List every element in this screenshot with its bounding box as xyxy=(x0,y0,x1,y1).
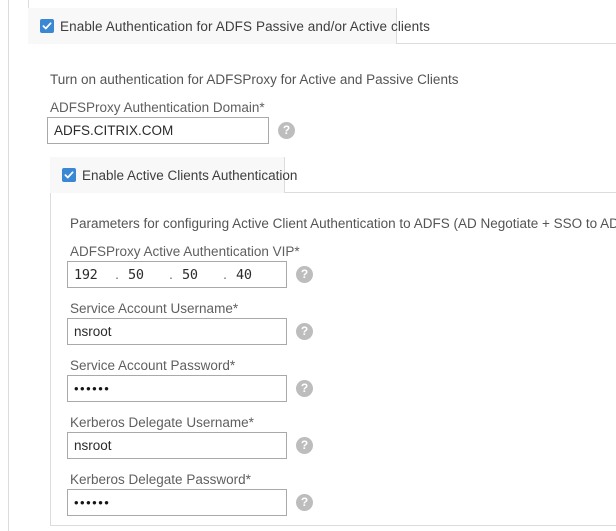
help-icon-authentication-domain[interactable]: ? xyxy=(278,122,295,139)
adfs-authentication-configuration-screen: Enable Authentication for ADFS Passive a… xyxy=(0,0,616,531)
tab-enable-active-clients-authentication[interactable]: Enable Active Clients Authentication xyxy=(50,157,297,193)
outer-panel-body: Turn on authentication for ADFSProxy for… xyxy=(28,44,616,531)
ip-separator-1: . xyxy=(115,267,119,282)
container-edge-rule-outer xyxy=(8,0,9,531)
service-account-password-input[interactable]: •••••• xyxy=(67,375,287,402)
kerberos-delegate-username-label: Kerberos Delegate Username* xyxy=(70,415,254,430)
help-icon-service-account-password[interactable]: ? xyxy=(296,380,313,397)
service-account-username-value: nsroot xyxy=(74,324,112,339)
checkbox-enable-adfs-authentication-icon[interactable] xyxy=(40,19,54,33)
active-authentication-vip-label: ADFSProxy Active Authentication VIP* xyxy=(70,244,300,259)
active-clients-authentication-panel: Enable Active Clients Authentication Par… xyxy=(50,157,616,526)
inner-tabstrip: Enable Active Clients Authentication xyxy=(50,157,616,193)
service-account-password-label: Service Account Password* xyxy=(70,358,236,373)
ip-octet-3[interactable]: 50 xyxy=(176,267,220,283)
ip-octet-2[interactable]: 50 xyxy=(122,267,166,283)
outer-intro-text: Turn on authentication for ADFSProxy for… xyxy=(50,72,459,87)
tab-enable-adfs-authentication[interactable]: Enable Authentication for ADFS Passive a… xyxy=(28,8,430,44)
adfsproxy-authentication-domain-label: ADFSProxy Authentication Domain* xyxy=(50,100,265,115)
inner-intro-text: Parameters for configuring Active Client… xyxy=(70,216,616,231)
active-authentication-vip-input[interactable]: 192 . 50 . 50 . 40 xyxy=(67,261,287,288)
ip-separator-2: . xyxy=(169,267,173,282)
inner-panel-body: Parameters for configuring Active Client… xyxy=(50,193,616,526)
help-icon-kerberos-delegate-username[interactable]: ? xyxy=(296,437,313,454)
adfsproxy-authentication-domain-value: ADFS.CITRIX.COM xyxy=(54,123,174,138)
tab-enable-adfs-authentication-label: Enable Authentication for ADFS Passive a… xyxy=(60,18,430,34)
adfs-passive-active-panel: Enable Authentication for ADFS Passive a… xyxy=(28,8,616,531)
service-account-username-label: Service Account Username* xyxy=(70,301,239,316)
help-icon-kerberos-delegate-password[interactable]: ? xyxy=(296,494,313,511)
ip-separator-3: . xyxy=(223,267,227,282)
service-account-password-value: •••••• xyxy=(74,381,111,396)
ip-octet-group: 192 . 50 . 50 . 40 xyxy=(68,262,286,287)
tab-enable-active-clients-authentication-label: Enable Active Clients Authentication xyxy=(82,167,298,183)
kerberos-delegate-password-label: Kerberos Delegate Password* xyxy=(70,472,251,487)
help-icon-active-authentication-vip[interactable]: ? xyxy=(296,266,313,283)
ip-octet-4[interactable]: 40 xyxy=(230,267,274,283)
kerberos-delegate-username-value: nsroot xyxy=(74,438,112,453)
checkbox-enable-active-clients-authentication-icon[interactable] xyxy=(62,168,76,182)
service-account-username-input[interactable]: nsroot xyxy=(67,318,287,345)
kerberos-delegate-password-value: •••••• xyxy=(74,495,111,510)
adfsproxy-authentication-domain-input[interactable]: ADFS.CITRIX.COM xyxy=(47,117,269,144)
outer-tabstrip: Enable Authentication for ADFS Passive a… xyxy=(28,8,616,44)
kerberos-delegate-password-input[interactable]: •••••• xyxy=(67,489,287,516)
kerberos-delegate-username-input[interactable]: nsroot xyxy=(67,432,287,459)
help-icon-service-account-username[interactable]: ? xyxy=(296,323,313,340)
ip-octet-1[interactable]: 192 xyxy=(68,267,112,283)
